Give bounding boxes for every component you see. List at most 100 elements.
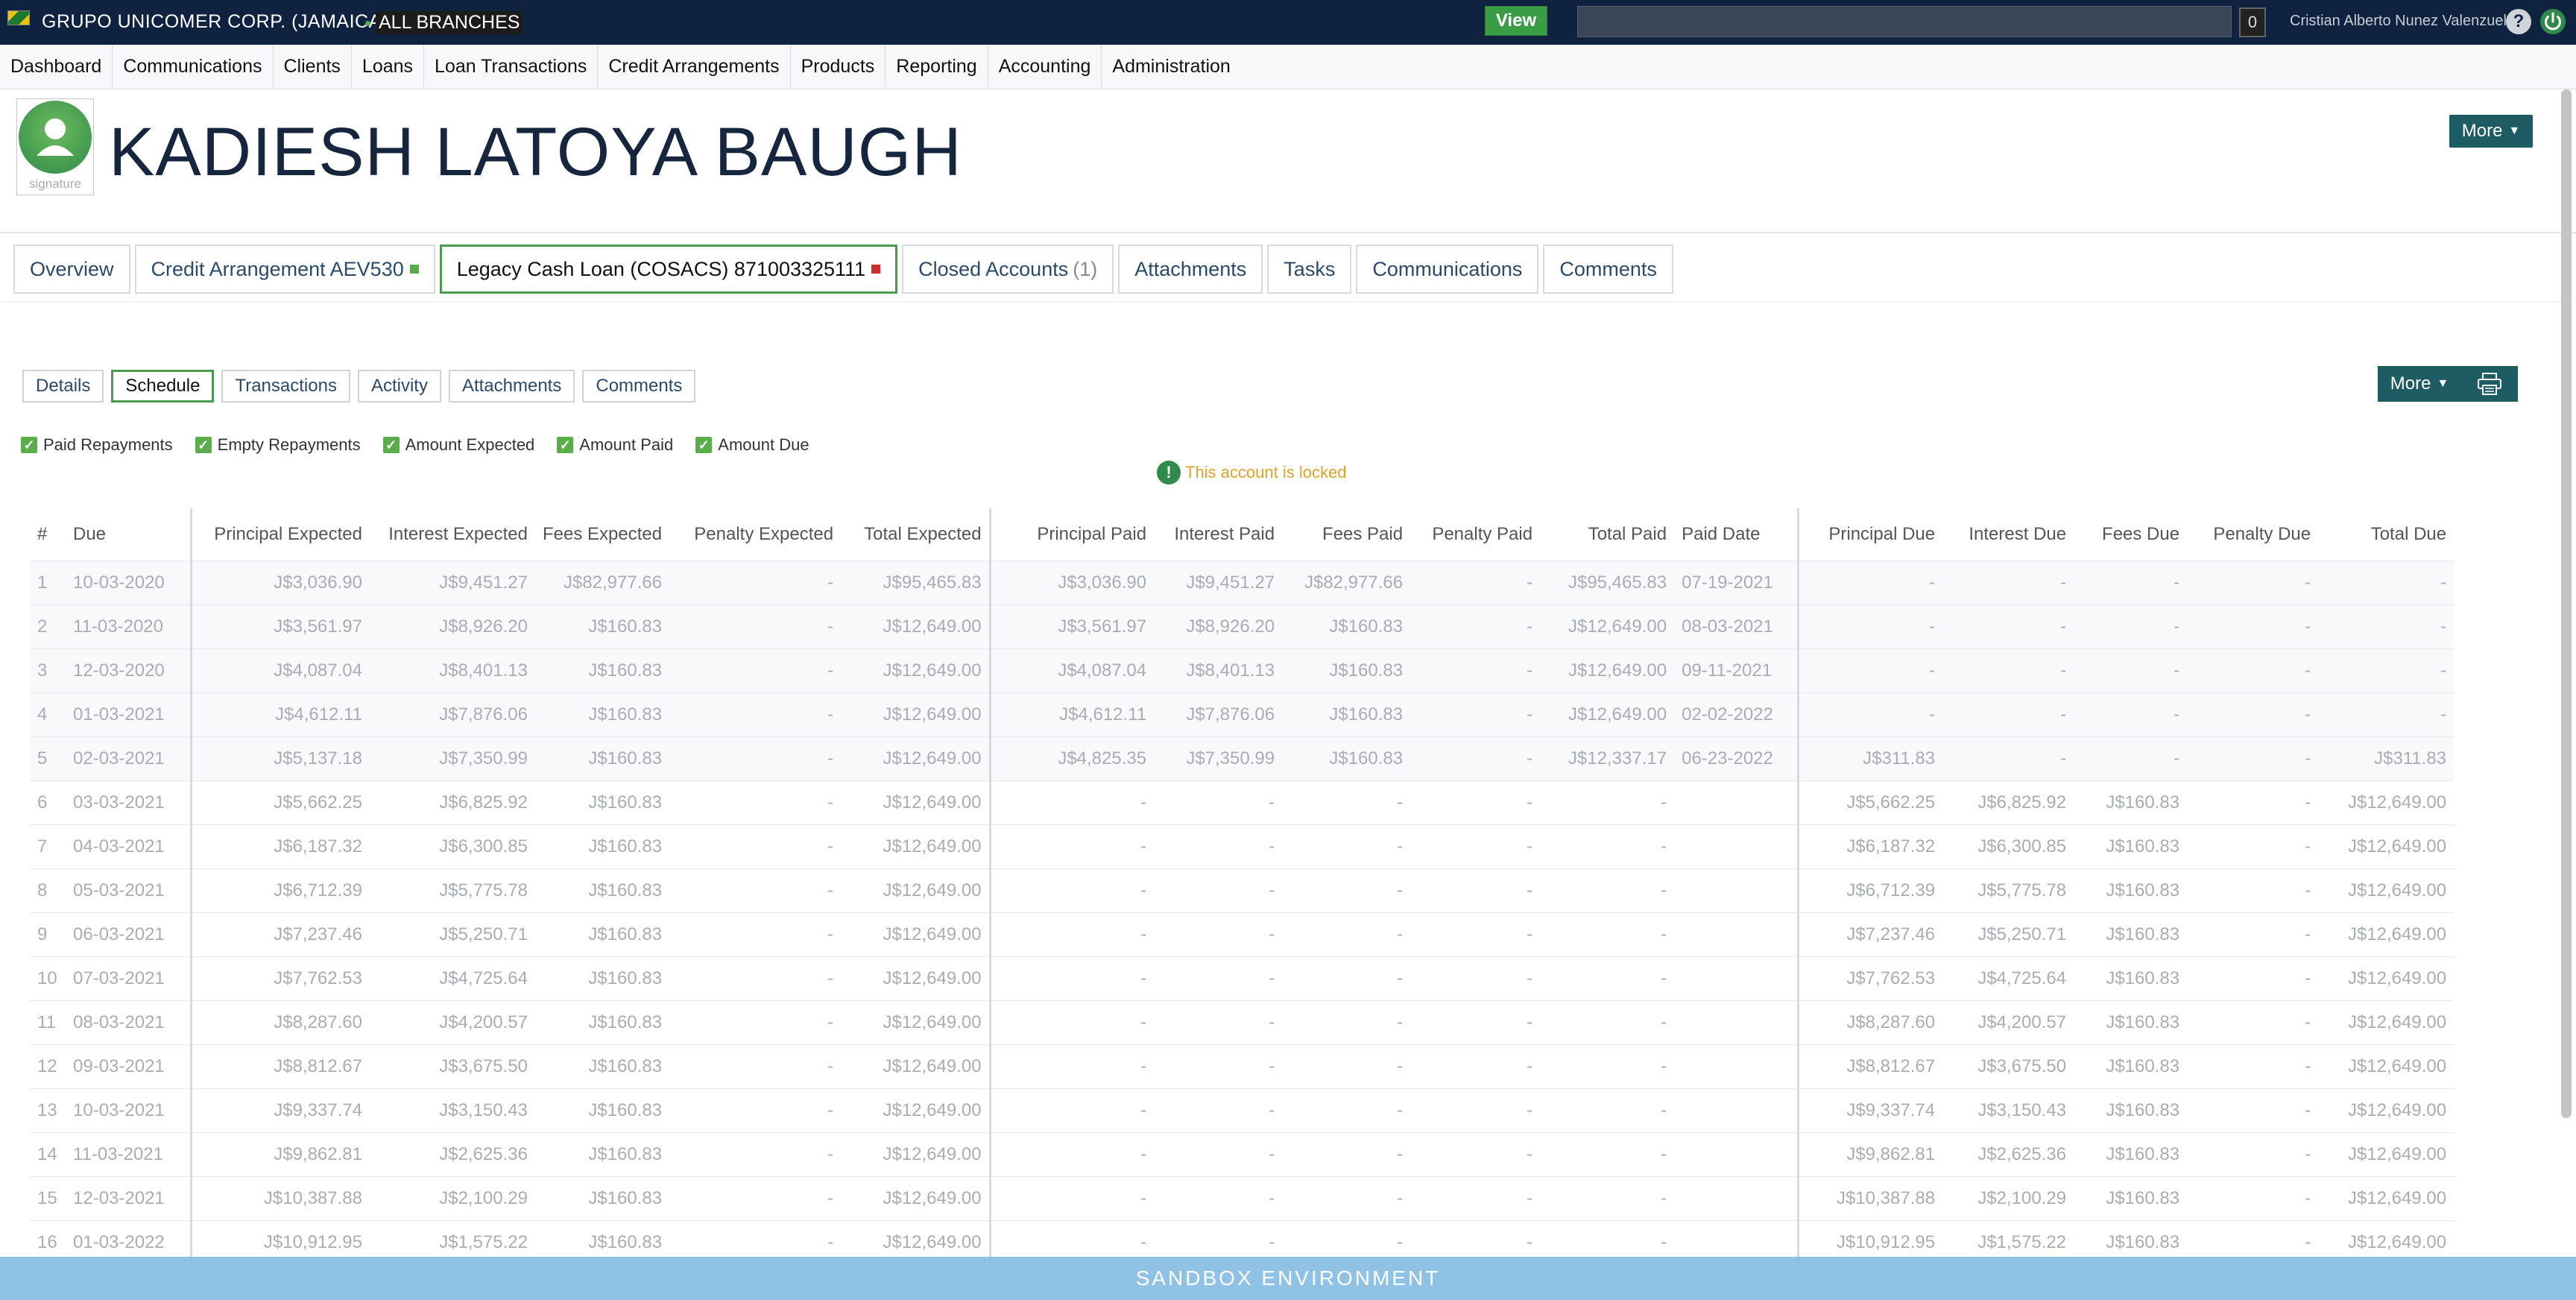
account-locked-message: ! This account is locked — [1157, 461, 1346, 485]
cell-penalty-paid: - — [1410, 1044, 1541, 1088]
nav-dashboard[interactable]: Dashboard — [0, 44, 113, 89]
nav-clients[interactable]: Clients — [274, 44, 352, 89]
table-row: 1 10-03-2020 J$3,036.90 J$9,451.27 J$82,977.… — [30, 560, 2455, 605]
signature-label[interactable]: signature — [17, 177, 93, 192]
cell-interest-paid: - — [1154, 1000, 1283, 1044]
filter-empty-repayments[interactable]: ✓ Empty Repayments — [195, 435, 361, 455]
cell-total-due: - — [2318, 648, 2455, 692]
cell-total-paid: - — [1540, 1000, 1675, 1044]
cell-interest-due: - — [1942, 604, 2074, 649]
cell-principal-expected: J$4,612.11 — [189, 692, 370, 736]
checkbox-checked-icon[interactable]: ✓ — [195, 437, 212, 453]
table-body: 1 10-03-2020 J$3,036.90 J$9,451.27 J$82,977.… — [30, 560, 2455, 1264]
cell-penalty-expected: - — [669, 1000, 842, 1044]
cell-due: 12-03-2021 — [66, 1176, 191, 1220]
cell-fees-due: J$160.83 — [2074, 1088, 2188, 1132]
tab-closed-accounts[interactable]: Closed Accounts (1) — [902, 244, 1114, 294]
cell-interest-paid: - — [1154, 780, 1283, 824]
nav-products[interactable]: Products — [791, 44, 886, 89]
help-icon[interactable]: ? — [2506, 9, 2531, 34]
tab-communications[interactable]: Communications — [1356, 244, 1539, 294]
client-avatar[interactable]: signature — [16, 98, 94, 195]
active-status-indicator — [409, 265, 419, 274]
col-header-fees-paid: Fees Paid — [1322, 523, 1404, 544]
subtab-comments[interactable]: Comments — [582, 370, 696, 403]
cell-fees-due: - — [2074, 692, 2188, 736]
subtab-transactions[interactable]: Transactions — [221, 370, 350, 403]
cell-fees-paid: J$160.83 — [1282, 604, 1411, 649]
notification-count-badge[interactable]: 0 — [2239, 7, 2266, 37]
cell-principal-paid: J$3,036.90 — [988, 560, 1155, 605]
cell-total-expected: J$12,649.00 — [841, 912, 991, 956]
cell-total-expected: J$12,649.00 — [841, 1088, 991, 1132]
tab-overview[interactable]: Overview — [13, 244, 130, 294]
client-more-button[interactable]: More ▼ — [2449, 115, 2533, 148]
cell-penalty-expected: - — [669, 824, 842, 868]
tab-tasks[interactable]: Tasks — [1267, 244, 1352, 294]
cell-interest-expected: J$5,250.71 — [370, 912, 535, 956]
nav-reporting[interactable]: Reporting — [886, 44, 988, 89]
cell-principal-paid: - — [988, 1088, 1155, 1132]
cell-due: 09-03-2021 — [66, 1044, 191, 1088]
cell-number: 14 — [30, 1132, 66, 1176]
cell-total-due: - — [2318, 560, 2455, 605]
subtab-schedule[interactable]: Schedule — [111, 370, 215, 403]
cell-interest-paid: - — [1154, 912, 1283, 956]
cell-number: 9 — [30, 912, 66, 956]
cell-interest-due: - — [1942, 736, 2074, 780]
filter-amount-due[interactable]: ✓ Amount Due — [695, 435, 809, 455]
page-scrollbar[interactable] — [2561, 89, 2572, 1118]
search-input[interactable] — [1577, 6, 2232, 37]
table-row: 10 07-03-2021 J$7,762.53 J$4,725.64 J$160.83… — [30, 956, 2455, 1000]
tab-credit-arrangement[interactable]: Credit Arrangement AEV530 — [134, 244, 435, 294]
cell-penalty-expected: - — [669, 560, 842, 605]
cell-fees-expected: J$160.83 — [535, 1044, 670, 1088]
view-button[interactable]: View — [1485, 6, 1547, 36]
cell-penalty-expected: - — [669, 604, 842, 649]
nav-administration[interactable]: Administration — [1102, 45, 1240, 89]
cell-penalty-expected: - — [669, 1044, 842, 1088]
organization-name[interactable]: GRUPO UNICOMER CORP. (JAMAICA) — [42, 11, 388, 33]
tab-label: Credit Arrangement AEV530 — [151, 257, 404, 280]
cell-fees-paid: J$82,977.66 — [1282, 560, 1411, 605]
cell-total-paid: J$12,649.00 — [1540, 648, 1675, 692]
cell-due: 10-03-2020 — [66, 560, 191, 605]
schedule-more-button[interactable]: More ▼ — [2378, 366, 2461, 402]
cell-total-paid: - — [1540, 912, 1675, 956]
cell-principal-paid: - — [988, 780, 1155, 824]
branch-selector[interactable]: ALL BRANCHES — [376, 11, 523, 34]
caret-down-icon: ▼ — [2508, 124, 2521, 137]
checkbox-checked-icon[interactable]: ✓ — [382, 437, 400, 453]
nav-loans[interactable]: Loans — [352, 44, 425, 89]
power-icon[interactable] — [2539, 7, 2567, 36]
checkbox-checked-icon[interactable]: ✓ — [21, 437, 37, 453]
nav-communications[interactable]: Communications — [113, 44, 274, 89]
nav-loan-transactions[interactable]: Loan Transactions — [424, 44, 599, 89]
filter-amount-paid[interactable]: ✓ Amount Paid — [557, 435, 673, 455]
tab-attachments[interactable]: Attachments — [1118, 244, 1263, 294]
cell-interest-expected: J$8,926.20 — [370, 604, 535, 649]
cell-paid-date — [1674, 956, 1799, 1000]
checkbox-checked-icon[interactable]: ✓ — [557, 437, 574, 453]
cell-paid-date: 06-23-2022 — [1674, 736, 1799, 780]
col-header-total-due: Total Due — [2370, 523, 2447, 544]
nav-credit-arrangements[interactable]: Credit Arrangements — [598, 44, 791, 89]
subtab-attachments[interactable]: Attachments — [448, 370, 575, 403]
subtab-activity[interactable]: Activity — [357, 370, 441, 403]
tab-comments[interactable]: Comments — [1543, 244, 1673, 294]
checkbox-checked-icon[interactable]: ✓ — [695, 437, 713, 453]
cell-fees-paid: - — [1282, 868, 1411, 912]
repayment-schedule-table: # Due Principal Expected Interest Expect… — [30, 508, 2455, 1264]
cell-interest-paid: J$9,451.27 — [1154, 560, 1283, 605]
filter-amount-expected[interactable]: ✓ Amount Expected — [382, 435, 534, 455]
nav-accounting[interactable]: Accounting — [988, 44, 1102, 89]
cell-due: 11-03-2021 — [66, 1132, 191, 1176]
filter-paid-repayments[interactable]: ✓ Paid Repayments — [21, 435, 173, 455]
print-button[interactable] — [2461, 366, 2518, 402]
cell-fees-due: J$160.83 — [2074, 912, 2188, 956]
cell-interest-expected: J$2,100.29 — [370, 1176, 535, 1220]
user-name[interactable]: Cristian Alberto Nunez Valenzuela — [2290, 13, 2515, 30]
tab-legacy-cash-loan[interactable]: Legacy Cash Loan (COSACS) 871003325111 — [439, 244, 898, 294]
table-row: 3 12-03-2020 J$4,087.04 J$8,401.13 J$160.83-… — [30, 648, 2455, 692]
subtab-details[interactable]: Details — [22, 370, 104, 403]
